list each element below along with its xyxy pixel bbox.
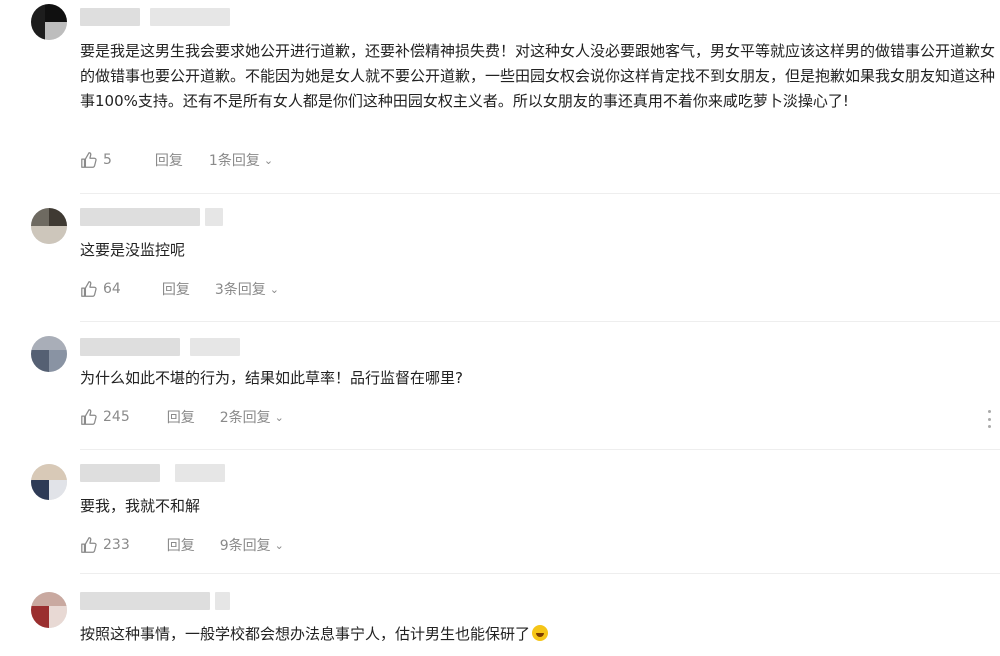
chevron-down-icon: ⌄ xyxy=(269,282,279,296)
user-meta xyxy=(190,338,240,356)
avatar[interactable] xyxy=(31,464,67,500)
avatar[interactable] xyxy=(31,208,67,244)
avatar[interactable] xyxy=(31,336,67,372)
view-replies[interactable]: 1条回复 ⌄ xyxy=(209,150,273,170)
comment-text: 为什么如此不堪的行为，结果如此草率！品行监督在哪里? xyxy=(80,369,463,387)
reply-button[interactable]: 回复 xyxy=(155,150,183,170)
comment-text: 按照这种事情，一般学校都会想办法息事宁人，估计男生也能保研了 xyxy=(80,622,998,647)
reply-button[interactable]: 回复 xyxy=(167,407,195,427)
like-button[interactable]: 5 xyxy=(80,151,112,169)
reply-button[interactable]: 回复 xyxy=(167,535,195,555)
divider xyxy=(80,573,1000,574)
username[interactable] xyxy=(80,592,210,610)
chevron-down-icon: ⌄ xyxy=(274,538,284,552)
replies-count: 1条回复 xyxy=(208,153,260,169)
reply-button[interactable]: 回复 xyxy=(162,279,190,299)
rolling-laughing-emoji-icon xyxy=(532,625,549,641)
replies-count: 3条回复 xyxy=(214,282,266,298)
more-vertical-icon[interactable] xyxy=(986,410,992,428)
comment-item: 为什么如此不堪的行为，结果如此草率！品行监督在哪里? 245 回复 2条回复 ⌄ xyxy=(0,322,1000,452)
comment-text: 这要是没监控呢 xyxy=(80,241,186,259)
chevron-down-icon: ⌄ xyxy=(274,410,284,424)
comment-actions: 5 回复 1条回复 ⌄ xyxy=(80,150,273,170)
comment-text: 要是我是这男生我会要求她公开进行道歉，还要补偿精神损失费！对这种女人没必要跟她客… xyxy=(80,42,996,110)
comment-item: 按照这种事情，一般学校都会想办法息事宁人，估计男生也能保研了 xyxy=(0,578,1000,656)
view-replies[interactable]: 3条回复 ⌄ xyxy=(215,279,279,299)
thumbs-up-icon xyxy=(81,281,97,297)
view-replies[interactable]: 9条回复 ⌄ xyxy=(220,535,284,555)
avatar[interactable] xyxy=(31,4,67,40)
like-button[interactable]: 245 xyxy=(80,408,130,426)
username[interactable] xyxy=(80,338,180,356)
chevron-down-icon: ⌄ xyxy=(263,153,274,167)
like-button[interactable]: 64 xyxy=(80,280,121,298)
like-count: 64 xyxy=(103,281,121,297)
comment-text-body: 按照这种事情，一般学校都会想办法息事宁人，估计男生也能保研了 xyxy=(80,625,531,643)
thumbs-up-icon xyxy=(81,152,97,168)
user-meta xyxy=(215,592,230,610)
like-count: 233 xyxy=(103,537,130,553)
comment-text: 要我，我就不和解 xyxy=(80,497,201,515)
username[interactable] xyxy=(80,464,160,482)
comment-item: 要是我是这男生我会要求她公开进行道歉，还要补偿精神损失费！对这种女人没必要跟她客… xyxy=(0,0,1000,200)
thumbs-up-icon xyxy=(81,537,97,553)
comment-actions: 233 回复 9条回复 ⌄ xyxy=(80,535,284,555)
replies-count: 2条回复 xyxy=(219,410,271,426)
comment-actions: 245 回复 2条回复 ⌄ xyxy=(80,407,284,427)
comment-item: 要我，我就不和解 233 回复 9条回复 ⌄ xyxy=(0,450,1000,580)
username[interactable] xyxy=(80,8,140,26)
like-count: 245 xyxy=(103,409,130,425)
user-meta xyxy=(205,208,223,226)
avatar[interactable] xyxy=(31,592,67,628)
username[interactable] xyxy=(80,208,200,226)
view-replies[interactable]: 2条回复 ⌄ xyxy=(220,407,284,427)
like-button[interactable]: 233 xyxy=(80,536,130,554)
replies-count: 9条回复 xyxy=(219,538,271,554)
like-count: 5 xyxy=(103,152,112,168)
comment-actions: 64 回复 3条回复 ⌄ xyxy=(80,279,279,299)
thumbs-up-icon xyxy=(81,409,97,425)
comment-item: 这要是没监控呢 64 回复 3条回复 ⌄ xyxy=(0,194,1000,324)
user-meta xyxy=(175,464,225,482)
user-meta xyxy=(150,8,230,26)
